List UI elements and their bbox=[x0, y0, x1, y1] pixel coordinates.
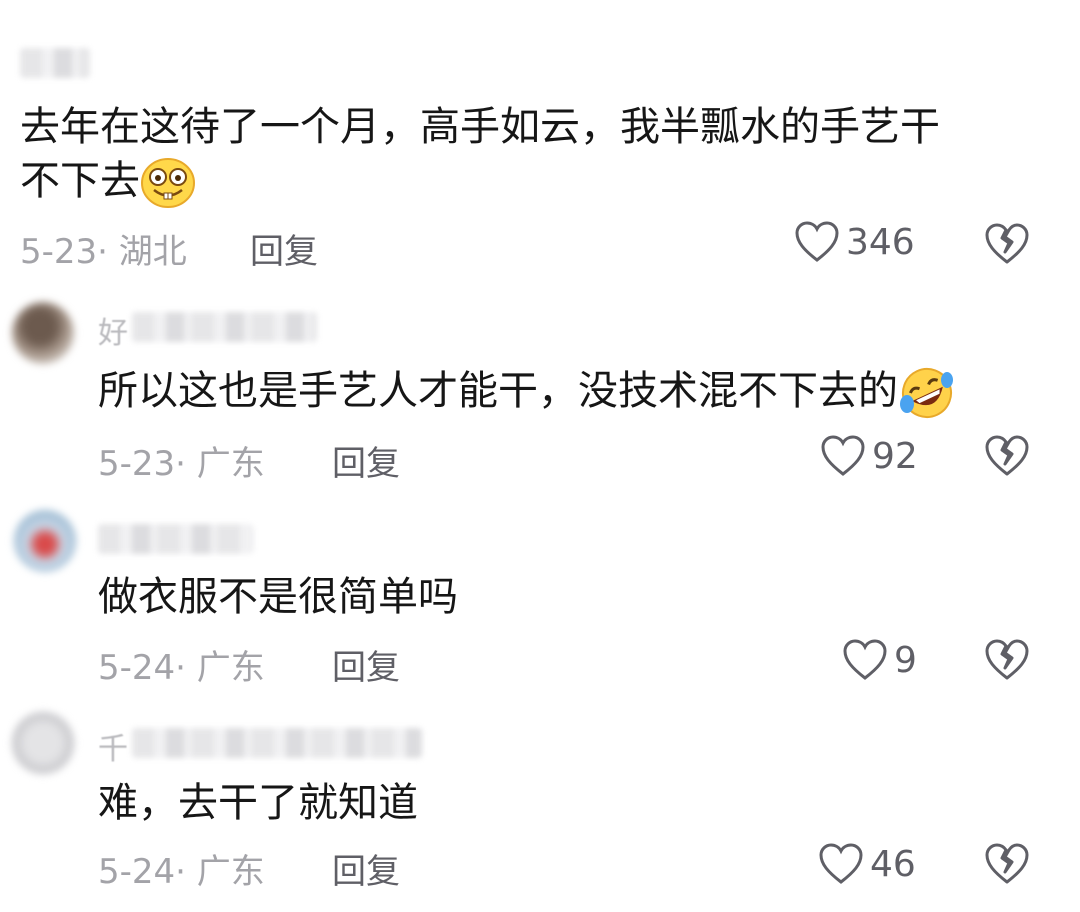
like-count: 9 bbox=[894, 639, 917, 681]
broken-heart-icon bbox=[985, 843, 1029, 884]
commenter-name-initial: 千 bbox=[98, 732, 128, 767]
like-button[interactable]: 92 bbox=[820, 434, 918, 478]
comment-text: 所以这也是手艺人才能干，没技术混不下去的 bbox=[98, 364, 956, 420]
reply-button[interactable]: 回复 bbox=[250, 224, 318, 273]
dislike-button[interactable] bbox=[984, 222, 1030, 270]
comment-date: 5-23 bbox=[98, 444, 176, 484]
commenter-name-blurred[interactable] bbox=[20, 48, 90, 78]
comment-text: 去年在这待了一个月，高手如云，我半瓢水的手艺干 不下去 bbox=[20, 100, 940, 209]
comment-meta: 5-23· 湖北 bbox=[20, 232, 187, 272]
comment-item: 好 所以这也是手艺人才能干，没技术混不下去的 5-23· 广东 回复 92 bbox=[0, 280, 1080, 490]
reply-button[interactable]: 回复 bbox=[332, 436, 400, 485]
like-count: 92 bbox=[872, 435, 918, 477]
comment-meta: 5-23· 广东 bbox=[98, 444, 265, 484]
comment-date: 5-24 bbox=[98, 852, 176, 892]
like-count: 346 bbox=[846, 221, 915, 263]
broken-heart-icon bbox=[985, 639, 1029, 680]
comment-item: 去年在这待了一个月，高手如云，我半瓢水的手艺干 不下去 5-23· 湖北 回复 … bbox=[0, 0, 1080, 280]
comment-location: 广东 bbox=[196, 444, 265, 484]
heart-outline-icon bbox=[819, 843, 863, 884]
heart-outline-icon bbox=[843, 639, 887, 680]
comment-item: 做衣服不是很简单吗 5-24· 广东 回复 9 bbox=[0, 490, 1080, 700]
dislike-button[interactable] bbox=[984, 842, 1030, 890]
comment-text: 难，去干了就知道 bbox=[98, 780, 418, 826]
avatar[interactable] bbox=[12, 712, 74, 774]
grinning-buck-teeth-emoji bbox=[141, 158, 195, 208]
commenter-name-blurred[interactable] bbox=[132, 312, 317, 342]
dislike-button[interactable] bbox=[984, 434, 1030, 482]
comment-item: 千 难，去干了就知道 5-24· 广东 回复 46 bbox=[0, 700, 1080, 912]
commenter-name-blurred[interactable] bbox=[132, 728, 422, 758]
like-count: 46 bbox=[870, 843, 916, 885]
broken-heart-icon bbox=[985, 223, 1029, 264]
reply-button[interactable]: 回复 bbox=[332, 640, 400, 689]
comment-text: 做衣服不是很简单吗 bbox=[98, 574, 458, 620]
dislike-button[interactable] bbox=[984, 638, 1030, 686]
comment-date: 5-23 bbox=[20, 232, 98, 272]
like-button[interactable]: 9 bbox=[842, 638, 917, 682]
broken-heart-icon bbox=[985, 435, 1029, 476]
comment-meta: 5-24· 广东 bbox=[98, 852, 265, 892]
like-button[interactable]: 346 bbox=[794, 220, 915, 264]
like-button[interactable]: 46 bbox=[818, 842, 916, 886]
heart-outline-icon bbox=[821, 435, 865, 476]
avatar[interactable] bbox=[12, 302, 74, 364]
rolling-laughing-emoji bbox=[900, 368, 953, 418]
heart-outline-icon bbox=[795, 221, 839, 262]
comment-location: 湖北 bbox=[118, 232, 187, 272]
comment-location: 广东 bbox=[196, 648, 265, 688]
commenter-name-blurred[interactable] bbox=[98, 524, 253, 554]
comment-location: 广东 bbox=[196, 852, 265, 892]
commenter-name-initial: 好 bbox=[98, 316, 128, 351]
reply-button[interactable]: 回复 bbox=[332, 844, 400, 893]
comment-meta: 5-24· 广东 bbox=[98, 648, 265, 688]
avatar[interactable] bbox=[14, 510, 76, 572]
comment-date: 5-24 bbox=[98, 648, 176, 688]
